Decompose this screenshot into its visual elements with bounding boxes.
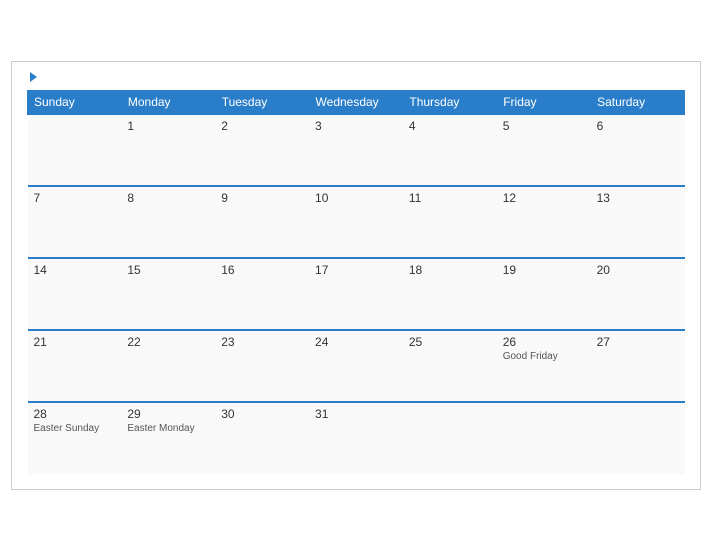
calendar-cell: 8	[121, 186, 215, 258]
calendar-cell: 6	[591, 114, 685, 186]
calendar-cell: 29 Easter Monday	[121, 402, 215, 474]
calendar-cell: 31	[309, 402, 403, 474]
calendar-week-row: 21 22 23 24 25 26 Good Friday 27	[28, 330, 685, 402]
logo	[27, 72, 37, 82]
day-number: 30	[221, 407, 303, 421]
day-number: 10	[315, 191, 397, 205]
day-number: 20	[597, 263, 679, 277]
calendar-cell	[497, 402, 591, 474]
day-number: 22	[127, 335, 209, 349]
calendar-cell: 21	[28, 330, 122, 402]
day-number: 15	[127, 263, 209, 277]
calendar-cell	[591, 402, 685, 474]
day-number: 21	[34, 335, 116, 349]
day-number: 3	[315, 119, 397, 133]
calendar-cell: 12	[497, 186, 591, 258]
logo-blue-text	[27, 72, 37, 82]
day-number: 23	[221, 335, 303, 349]
day-number: 1	[127, 119, 209, 133]
day-number: 9	[221, 191, 303, 205]
calendar-cell: 23	[215, 330, 309, 402]
calendar-week-row: 789 10 11 12 13	[28, 186, 685, 258]
day-number: 13	[597, 191, 679, 205]
weekday-header: Wednesday	[309, 90, 403, 114]
day-number: 31	[315, 407, 397, 421]
calendar-cell: 20	[591, 258, 685, 330]
calendar-cell: 5	[497, 114, 591, 186]
calendar-cell: 7	[28, 186, 122, 258]
day-number: 14	[34, 263, 116, 277]
calendar-container: SundayMondayTuesdayWednesdayThursdayFrid…	[11, 61, 701, 490]
calendar-cell: 27	[591, 330, 685, 402]
day-number: 19	[503, 263, 585, 277]
day-number: 6	[597, 119, 679, 133]
calendar-cell	[403, 402, 497, 474]
calendar-header	[27, 72, 685, 82]
day-event: Easter Sunday	[34, 423, 116, 434]
day-number: 7	[34, 191, 116, 205]
calendar-cell: 14	[28, 258, 122, 330]
calendar-cell: 15	[121, 258, 215, 330]
day-number: 4	[409, 119, 491, 133]
calendar-cell: 4	[403, 114, 497, 186]
calendar-cell: 16	[215, 258, 309, 330]
day-number: 8	[127, 191, 209, 205]
day-number: 2	[221, 119, 303, 133]
calendar-cell: 2	[215, 114, 309, 186]
day-number: 26	[503, 335, 585, 349]
day-event: Good Friday	[503, 351, 585, 362]
weekday-header: Tuesday	[215, 90, 309, 114]
calendar-cell: 19	[497, 258, 591, 330]
calendar-cell: 30	[215, 402, 309, 474]
calendar-cell: 18	[403, 258, 497, 330]
calendar-grid: SundayMondayTuesdayWednesdayThursdayFrid…	[27, 90, 685, 474]
day-number: 11	[409, 191, 491, 205]
weekday-header: Thursday	[403, 90, 497, 114]
logo-triangle-icon	[30, 72, 37, 82]
day-number: 29	[127, 407, 209, 421]
weekday-header: Monday	[121, 90, 215, 114]
weekday-header-row: SundayMondayTuesdayWednesdayThursdayFrid…	[28, 90, 685, 114]
calendar-cell: 1	[121, 114, 215, 186]
calendar-cell: 17	[309, 258, 403, 330]
day-number: 5	[503, 119, 585, 133]
calendar-week-row: 123456	[28, 114, 685, 186]
calendar-cell: 3	[309, 114, 403, 186]
day-number: 16	[221, 263, 303, 277]
day-number: 12	[503, 191, 585, 205]
day-number: 17	[315, 263, 397, 277]
calendar-cell: 25	[403, 330, 497, 402]
calendar-body: 1234567891011121314151617181920212223242…	[28, 114, 685, 474]
day-number: 27	[597, 335, 679, 349]
calendar-cell: 22	[121, 330, 215, 402]
calendar-header-row: SundayMondayTuesdayWednesdayThursdayFrid…	[28, 90, 685, 114]
day-event: Easter Monday	[127, 423, 209, 434]
calendar-cell: 10	[309, 186, 403, 258]
weekday-header: Friday	[497, 90, 591, 114]
calendar-cell: 26 Good Friday	[497, 330, 591, 402]
calendar-week-row: 14 15 16 17 18 19 20	[28, 258, 685, 330]
calendar-cell	[28, 114, 122, 186]
calendar-cell: 28 Easter Sunday	[28, 402, 122, 474]
day-number: 24	[315, 335, 397, 349]
calendar-cell: 24	[309, 330, 403, 402]
weekday-header: Sunday	[28, 90, 122, 114]
weekday-header: Saturday	[591, 90, 685, 114]
calendar-cell: 11	[403, 186, 497, 258]
calendar-week-row: 28 Easter Sunday 29 Easter Monday 30 31	[28, 402, 685, 474]
day-number: 28	[34, 407, 116, 421]
calendar-cell: 13	[591, 186, 685, 258]
day-number: 25	[409, 335, 491, 349]
calendar-cell: 9	[215, 186, 309, 258]
day-number: 18	[409, 263, 491, 277]
